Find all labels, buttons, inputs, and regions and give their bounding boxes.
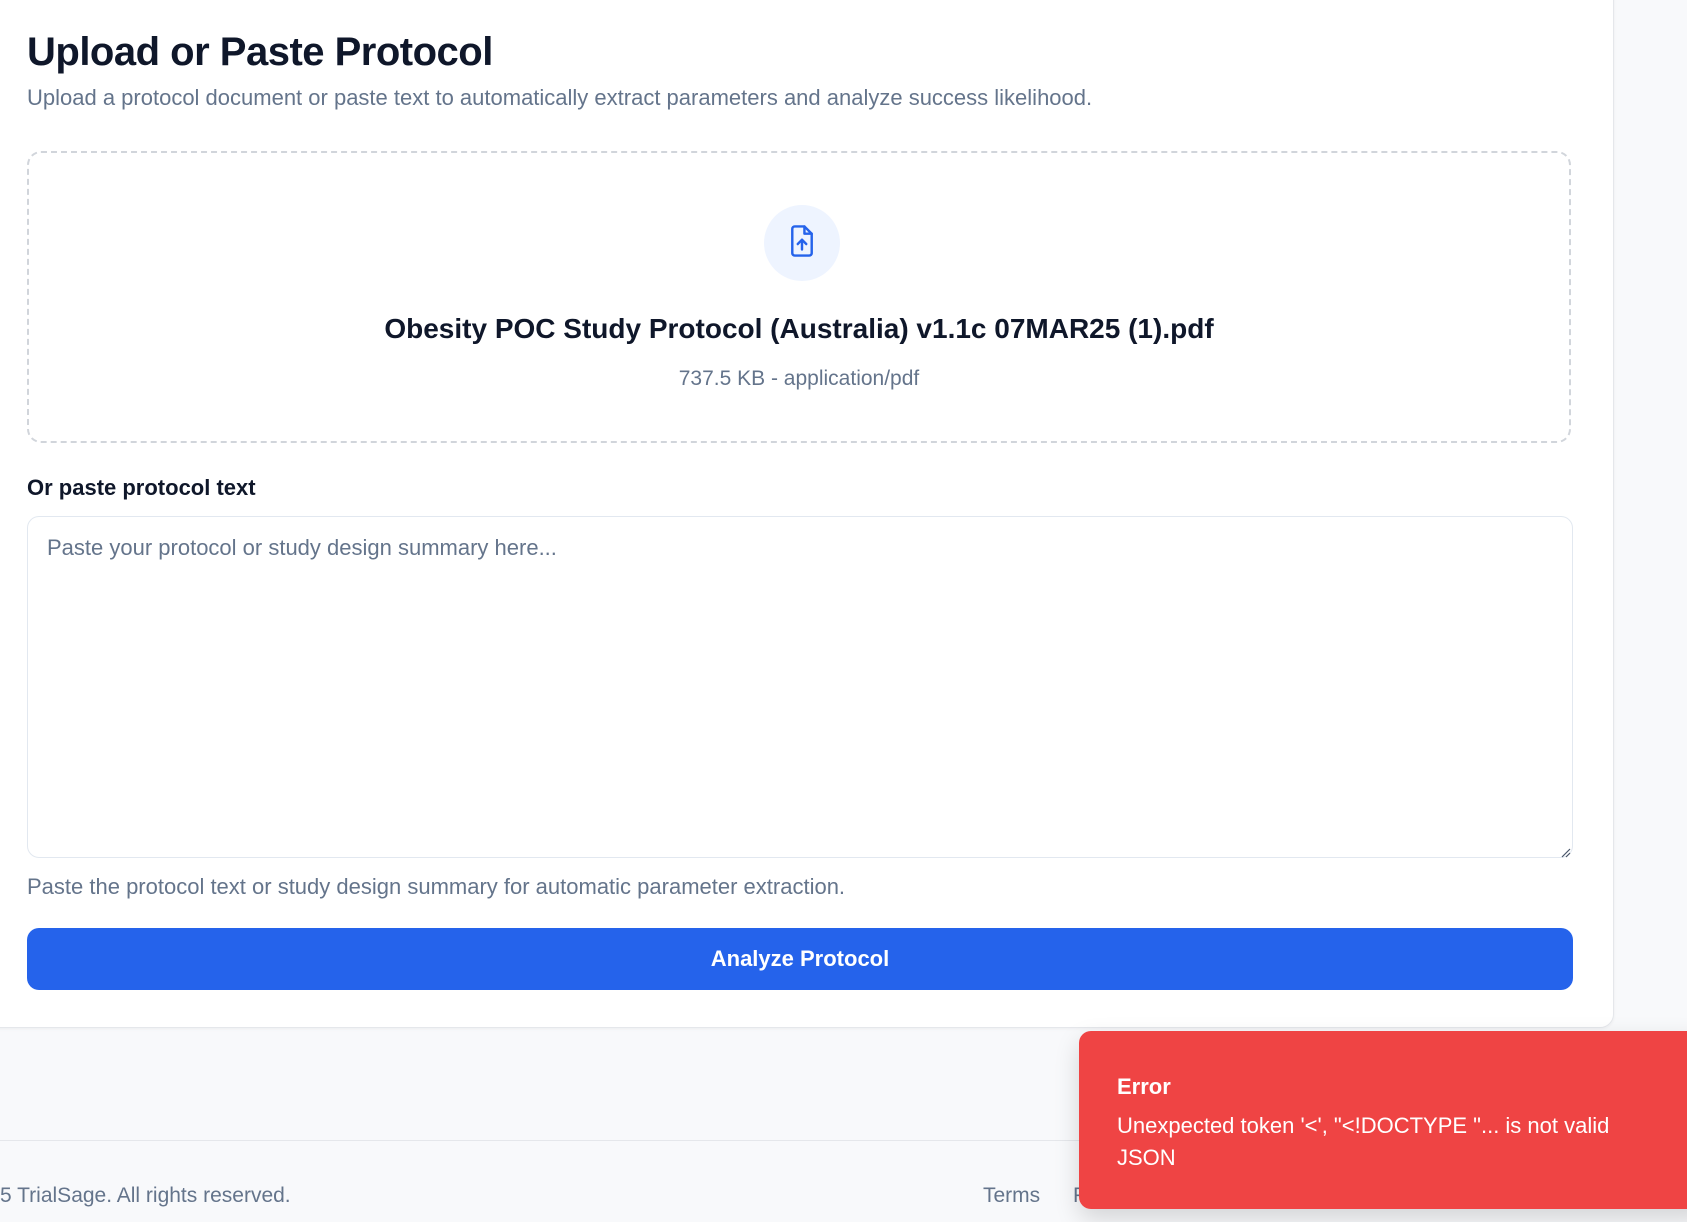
resize-handle-icon[interactable] <box>1561 845 1571 858</box>
page-title: Upload or Paste Protocol <box>27 30 493 74</box>
toast-title: Error <box>1117 1074 1171 1099</box>
analyze-protocol-button[interactable]: Analyze Protocol <box>27 928 1573 990</box>
file-upload-icon <box>787 224 817 263</box>
toast-message: Unexpected token '<', "<!DOCTYPE "... is… <box>1117 1113 1610 1170</box>
footer-link-terms[interactable]: Terms <box>983 1184 1040 1208</box>
uploaded-file-meta: 737.5 KB - application/pdf <box>678 367 920 390</box>
file-icon-badge <box>764 205 840 281</box>
error-toast[interactable]: Error Unexpected token '<', "<!DOCTYPE "… <box>1079 1031 1687 1209</box>
file-dropzone[interactable]: Obesity POC Study Protocol (Australia) v… <box>27 151 1571 443</box>
page-subtitle: Upload a protocol document or paste text… <box>27 85 1093 110</box>
uploaded-file-name: Obesity POC Study Protocol (Australia) v… <box>384 313 1214 344</box>
paste-helper-text: Paste the protocol text or study design … <box>27 874 846 899</box>
footer-copyright: 5 TrialSage. All rights reserved. <box>0 1184 291 1207</box>
paste-label: Or paste protocol text <box>27 475 256 500</box>
protocol-text-input[interactable] <box>27 516 1573 858</box>
